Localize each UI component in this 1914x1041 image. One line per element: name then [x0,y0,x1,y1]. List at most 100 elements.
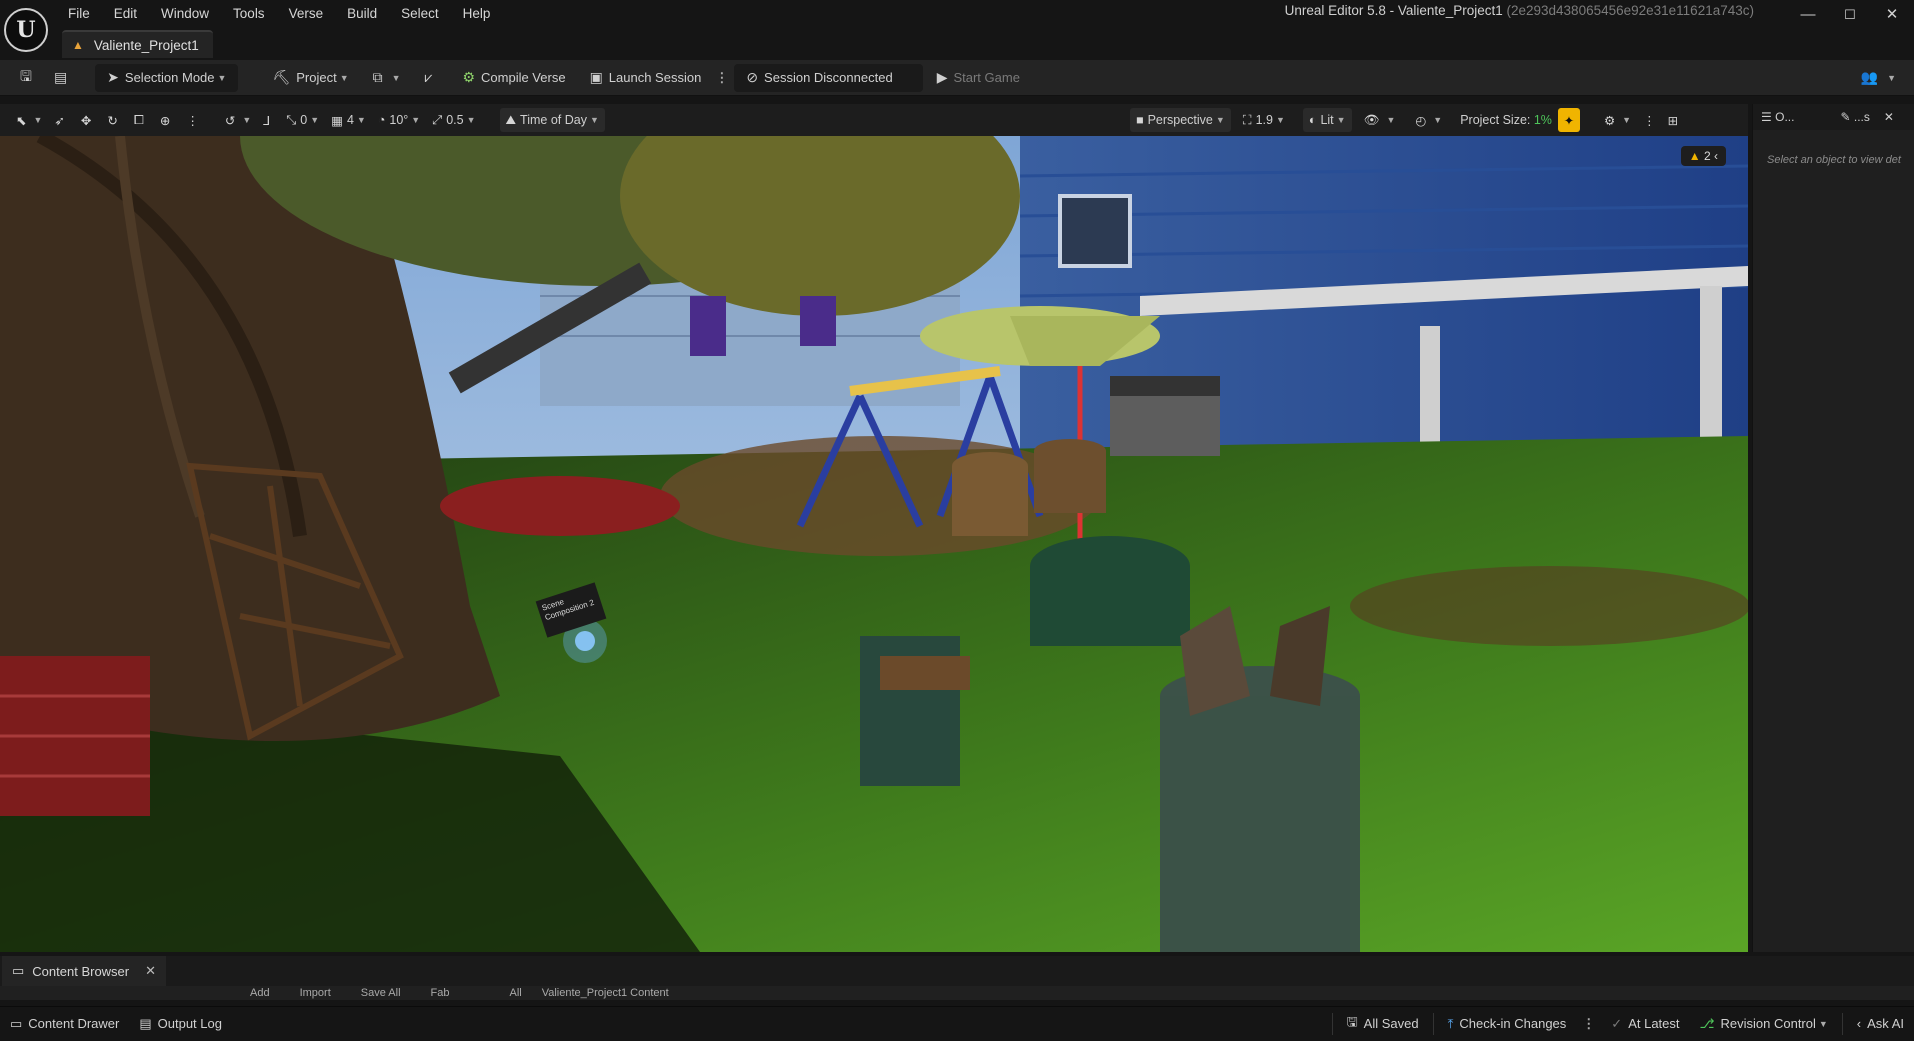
launch-session-label: Launch Session [608,70,702,85]
project-icon: ⛏ [272,69,291,85]
chevron-down-icon: ▼ [1336,115,1346,125]
users-icon: 👥 [1860,69,1879,85]
select-tool-dropdown[interactable]: ⬉ ▼ [10,108,48,132]
save-icon: 🖫 [1346,1013,1358,1029]
minimize-button[interactable]: — [1788,4,1828,26]
angle-snap-value: 10° [389,113,409,127]
ask-ai-button[interactable]: ‹ Ask AI [1847,1007,1914,1041]
at-latest-button[interactable]: ✓ At Latest [1601,1007,1689,1041]
tab-details[interactable]: ...s [1854,110,1870,124]
cb-add-button[interactable]: Add [250,987,270,999]
cb-path-content[interactable]: Valiente_Project1 Content [542,987,669,999]
document-tab[interactable]: ▲ Valiente_Project1 [62,30,213,58]
revision-control-dropdown[interactable]: ⎇ Revision Control ▼ [1690,1007,1838,1041]
content-drawer-button[interactable]: ▭ Content Drawer [0,1007,129,1041]
selection-mode-dropdown[interactable]: ➤ Selection Mode ▼ [95,63,239,92]
menu-tools[interactable]: Tools [221,0,277,28]
output-log-button[interactable]: ▤ Output Log [129,1007,232,1041]
compile-verse-button[interactable]: ⚙ Compile Verse [454,64,573,92]
chevron-down-icon: ▼ [411,115,421,125]
menu-window[interactable]: Window [149,0,221,28]
view-mode-dropdown[interactable]: ◐ Lit ▼ [1302,108,1352,132]
chevron-left-icon: ‹ [1856,1016,1862,1031]
chevron-down-icon: ▼ [1818,1018,1828,1029]
move-icon: ✥ [80,113,92,128]
folder-icon: ▤ [53,69,68,85]
launch-session-button[interactable]: ▣ Launch Session [582,64,710,92]
show-flags-dropdown[interactable]: 👁 ▼ [1358,108,1402,132]
output-log-label: Output Log [157,1016,222,1031]
snap-toggle[interactable]: ⅃ [257,108,280,132]
select-mode-button[interactable]: ➶ [48,108,74,132]
time-of-day-dropdown[interactable]: ⛰ Time of Day ▼ [499,108,605,132]
angle-snap-dropdown[interactable]: ◔ 10° ▼ [372,108,426,132]
start-game-button[interactable]: ▶ Start Game [929,64,1028,92]
transform-more-icon[interactable]: ⋮ [180,108,205,132]
warning-icon: ▲ [72,38,84,52]
cursor-icon: ➤ [107,69,119,85]
content-browser-toolbar: Add Import Save All Fab All Valiente_Pro… [0,986,1914,1000]
menu-edit[interactable]: Edit [102,0,149,28]
snap-icon: ⅃ [263,113,271,128]
translate-button[interactable]: ✥ [75,108,101,132]
multiplayer-dropdown[interactable]: 👥 ▼ [1853,64,1904,92]
cb-import-button[interactable]: Import [300,987,331,999]
viewport-more-icon[interactable]: ⋮ [1637,108,1662,132]
menu-build[interactable]: Build [335,0,389,28]
browse-button[interactable]: ▤ [46,64,81,92]
unreal-logo-icon[interactable]: U [4,8,48,52]
scale-button[interactable]: ⧠ [128,108,154,132]
surface-snap-dropdown[interactable]: ↺ ▼ [219,108,257,132]
close-tab-icon[interactable]: ✕ [1884,110,1894,124]
menu-select[interactable]: Select [389,0,451,28]
performance-dropdown[interactable]: ◴ ▼ [1409,108,1448,132]
document-tab-label: Valiente_Project1 [93,37,199,53]
tab-outliner[interactable]: O... [1775,110,1794,124]
more-options-icon[interactable]: ⋮ [1576,1016,1601,1032]
rotation-snap-dropdown[interactable]: ⤡ 0 ▼ [280,108,325,132]
layout-icon[interactable]: ⊞ [1662,108,1684,132]
more-options-icon[interactable]: ⋮ [709,70,734,86]
realtime-toggle-icon[interactable]: ✦ [1557,108,1580,132]
camera-speed-dropdown[interactable]: ⛶ 1.9 ▼ [1237,108,1291,132]
project-dropdown[interactable]: ⛏ Project ▼ [264,64,356,92]
check-in-button[interactable]: ⤒ Check-in Changes [1438,1007,1577,1041]
settings-dropdown[interactable]: ⚙ ▼ [1598,108,1637,132]
tab-content-browser[interactable]: ▭ Content Browser ✕ [2,956,167,986]
menu-verse[interactable]: Verse [277,0,336,28]
add-actor-dropdown[interactable]: ⧉ ▼ [365,64,409,92]
cb-save-all-button[interactable]: Save All [361,987,401,999]
sun-icon: ⛰ [505,112,517,127]
perspective-dropdown[interactable]: ■ Perspective ▼ [1130,108,1231,132]
scale-snap-dropdown[interactable]: ⤢ 0.5 ▼ [426,108,481,132]
details-icon: ✎ [1840,110,1851,124]
maximize-button[interactable]: ☐ [1830,4,1870,26]
upload-icon: ⤒ [1447,1015,1454,1031]
rotate-icon: ↻ [107,113,118,128]
chevron-down-icon: ▼ [466,115,476,125]
drawer-icon: ▭ [10,1015,23,1031]
level-viewport[interactable]: Scene Composition 2 ▲ 2 ‹ [0,136,1748,952]
menu-file[interactable]: File [56,0,102,28]
all-saved-button[interactable]: 🖫 All Saved [1337,1007,1429,1041]
rotate-button[interactable]: ↻ [101,108,127,132]
divider [1432,1012,1434,1035]
verse-button[interactable]: ⩗ [417,64,447,92]
check-in-label: Check-in Changes [1459,1016,1567,1031]
world-local-button[interactable]: ⊕ [154,108,180,132]
warnings-badge[interactable]: ▲ 2 ‹ [1680,146,1726,166]
cb-path-all[interactable]: All [509,987,521,999]
launch-icon: ▣ [589,69,603,85]
cb-fab-button[interactable]: Fab [431,987,450,999]
chevron-down-icon: ▼ [1622,115,1632,125]
close-button[interactable]: ✕ [1872,4,1912,26]
save-button[interactable]: 🖫 [12,64,46,92]
camera-speed-value: 1.9 [1255,113,1273,127]
warning-icon: ▲ [1688,149,1701,163]
angle-icon: ◔ [377,113,386,127]
close-tab-icon[interactable]: ✕ [145,963,156,979]
menu-help[interactable]: Help [451,0,503,28]
session-status[interactable]: ⊘ Session Disconnected [734,63,923,92]
compile-icon: ⚙ [462,69,476,85]
grid-snap-dropdown[interactable]: ▦ 4 ▼ [325,108,372,132]
